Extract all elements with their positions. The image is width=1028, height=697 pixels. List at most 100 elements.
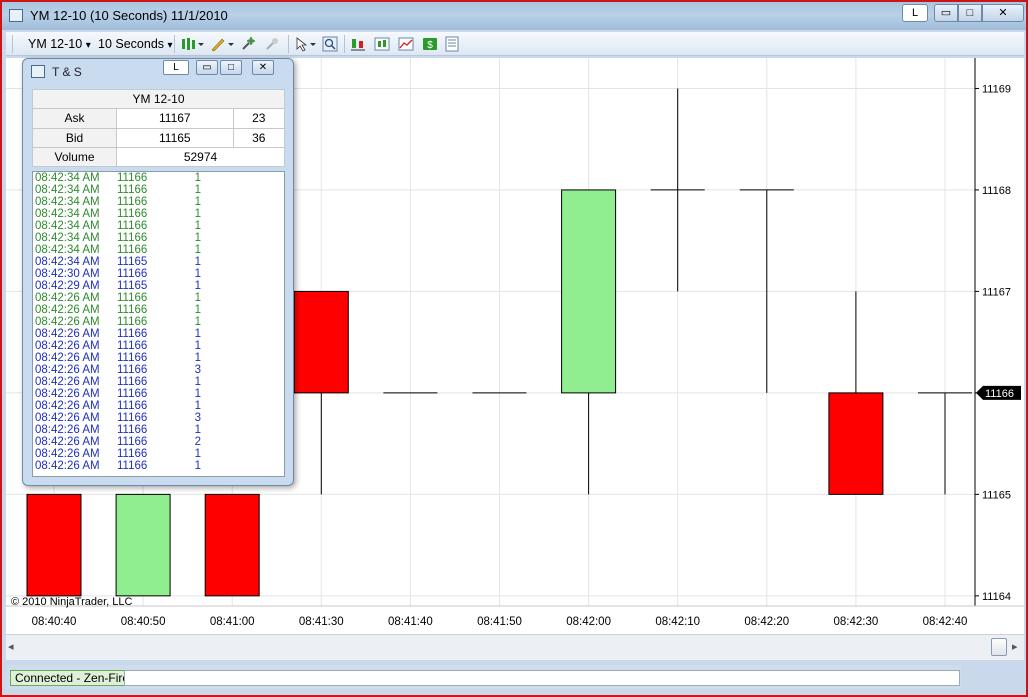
trade-row: 08:42:30 AM 11166 1 (33, 268, 284, 280)
trade-price: 11166 (117, 208, 148, 220)
ts-close-button[interactable]: ✕ (252, 60, 274, 75)
interval-label: 10 Seconds (98, 37, 165, 51)
trade-row: 08:42:34 AM 11166 1 (33, 220, 284, 232)
trade-qty: 1 (194, 340, 201, 352)
link-button[interactable]: L (902, 4, 928, 22)
trade-time: 08:42:34 AM (35, 172, 100, 184)
bid-size: 36 (232, 127, 286, 148)
pointer-cursor-icon[interactable] (294, 36, 318, 52)
trade-qty: 1 (194, 388, 201, 400)
horizontal-scrollbar[interactable]: ◂ ▸ (6, 634, 1024, 660)
x-tick-label: 08:40:50 (121, 616, 166, 628)
x-tick-label: 08:41:00 (210, 616, 255, 628)
trade-qty: 1 (194, 232, 201, 244)
x-tick-label: 08:42:20 (744, 616, 789, 628)
trade-price: 11166 (117, 352, 148, 364)
trade-row: 08:42:34 AM 11166 1 (33, 208, 284, 220)
bid-label: Bid (32, 127, 117, 148)
trade-time: 08:42:26 AM (35, 400, 100, 412)
strategies-icon[interactable] (350, 36, 366, 52)
zoom-icon[interactable] (322, 36, 338, 52)
x-tick-label: 08:41:50 (477, 616, 522, 628)
trade-row: 08:42:26 AM 11166 1 (33, 376, 284, 388)
trade-price: 11166 (117, 268, 148, 280)
trade-row: 08:42:29 AM 11165 1 (33, 280, 284, 292)
toolbar-separator (344, 35, 345, 53)
trades-list[interactable]: 08:42:34 AM 11166 1 08:42:34 AM 11166 1 08:42:… (32, 171, 285, 477)
chevron-down-icon: ▾ (167, 40, 173, 51)
trade-time: 08:42:26 AM (35, 388, 100, 400)
trade-row: 08:42:26 AM 11166 1 (33, 448, 284, 460)
trade-qty: 3 (194, 412, 201, 424)
y-tick-label: 11165 (982, 489, 1011, 501)
minimize-button[interactable]: ▭ (934, 4, 958, 22)
trade-time: 08:42:34 AM (35, 256, 100, 268)
ts-link-button[interactable]: L (163, 60, 189, 75)
dollar-icon[interactable]: $ (422, 36, 438, 52)
title-bar[interactable]: YM 12-10 (10 Seconds) 11/1/2010 L ▭ □ ✕ (2, 2, 1026, 30)
remove-indicator-icon[interactable] (264, 36, 280, 52)
trade-price: 11165 (117, 280, 148, 292)
trade-row: 08:42:34 AM 11166 1 (33, 196, 284, 208)
maximize-button[interactable]: □ (958, 4, 982, 22)
ts-maximize-button[interactable]: □ (220, 60, 242, 75)
trade-qty: 1 (194, 316, 201, 328)
volume-value: 52974 (116, 146, 285, 168)
y-tick-label: 11168 (982, 185, 1011, 197)
candle-body (26, 493, 82, 597)
trade-time: 08:42:26 AM (35, 460, 100, 472)
trade-qty: 1 (194, 268, 201, 280)
trade-qty: 1 (194, 460, 201, 472)
candle-body (561, 189, 617, 394)
scroll-thumb[interactable] (991, 638, 1007, 656)
time-and-sales-icon (31, 65, 45, 78)
trade-price: 11166 (117, 304, 148, 316)
trade-qty: 1 (194, 400, 201, 412)
chart-toolbar: YM 12-10 ▾ 10 Seconds ▾ $ (6, 32, 1024, 56)
x-tick-label: 08:41:40 (388, 616, 433, 628)
interval-selector[interactable]: 10 Seconds ▾ (98, 35, 173, 53)
trade-time: 08:42:34 AM (35, 232, 100, 244)
draw-pencil-icon[interactable] (210, 36, 234, 52)
instrument-selector[interactable]: YM 12-10 ▾ (28, 35, 91, 53)
time-and-sales-window[interactable]: T & S L ▭ □ ✕ YM 12-10 Ask 11167 23 Bid … (22, 58, 294, 486)
trade-time: 08:42:26 AM (35, 448, 100, 460)
close-button[interactable]: ✕ (982, 4, 1024, 22)
trade-row: 08:42:34 AM 11166 1 (33, 184, 284, 196)
window-title: YM 12-10 (10 Seconds) 11/1/2010 (30, 8, 228, 23)
trade-qty: 1 (194, 376, 201, 388)
scroll-left-icon[interactable]: ◂ (8, 640, 14, 653)
data-series-icon[interactable] (398, 36, 414, 52)
trade-row: 08:42:26 AM 11166 1 (33, 292, 284, 304)
trade-qty: 1 (194, 448, 201, 460)
trade-row: 08:42:26 AM 11166 1 (33, 316, 284, 328)
scroll-right-icon[interactable]: ▸ (1012, 640, 1018, 653)
trade-price: 11166 (117, 400, 148, 412)
properties-icon[interactable] (444, 36, 460, 52)
trade-qty: 1 (194, 256, 201, 268)
toolbar-separator (288, 35, 289, 53)
ts-window-title: T & S (52, 65, 82, 79)
trade-price: 11166 (117, 376, 148, 388)
trade-qty: 1 (194, 208, 201, 220)
trade-qty: 1 (194, 352, 201, 364)
toolbar-grip (12, 35, 13, 53)
bid-price: 11165 (116, 127, 234, 148)
ts-minimize-button[interactable]: ▭ (196, 60, 218, 75)
trade-time: 08:42:26 AM (35, 304, 100, 316)
trade-qty: 1 (194, 220, 201, 232)
y-tick-label: 11164 (982, 591, 1011, 603)
trade-price: 11166 (117, 436, 148, 448)
x-tick-label: 08:42:40 (923, 616, 968, 628)
trade-row: 08:42:26 AM 11166 1 (33, 388, 284, 400)
connection-status: Connected - Zen-Fire (10, 670, 135, 686)
trade-row: 08:42:26 AM 11166 1 (33, 340, 284, 352)
trade-time: 08:42:26 AM (35, 292, 100, 304)
chart-style-icon[interactable] (180, 36, 204, 52)
x-tick-label: 08:40:40 (32, 616, 77, 628)
y-tick-label: 11169 (982, 83, 1011, 95)
add-indicator-icon[interactable] (240, 36, 256, 52)
indicators-icon[interactable] (374, 36, 390, 52)
x-tick-label: 08:42:00 (566, 616, 611, 628)
trade-price: 11166 (117, 184, 148, 196)
